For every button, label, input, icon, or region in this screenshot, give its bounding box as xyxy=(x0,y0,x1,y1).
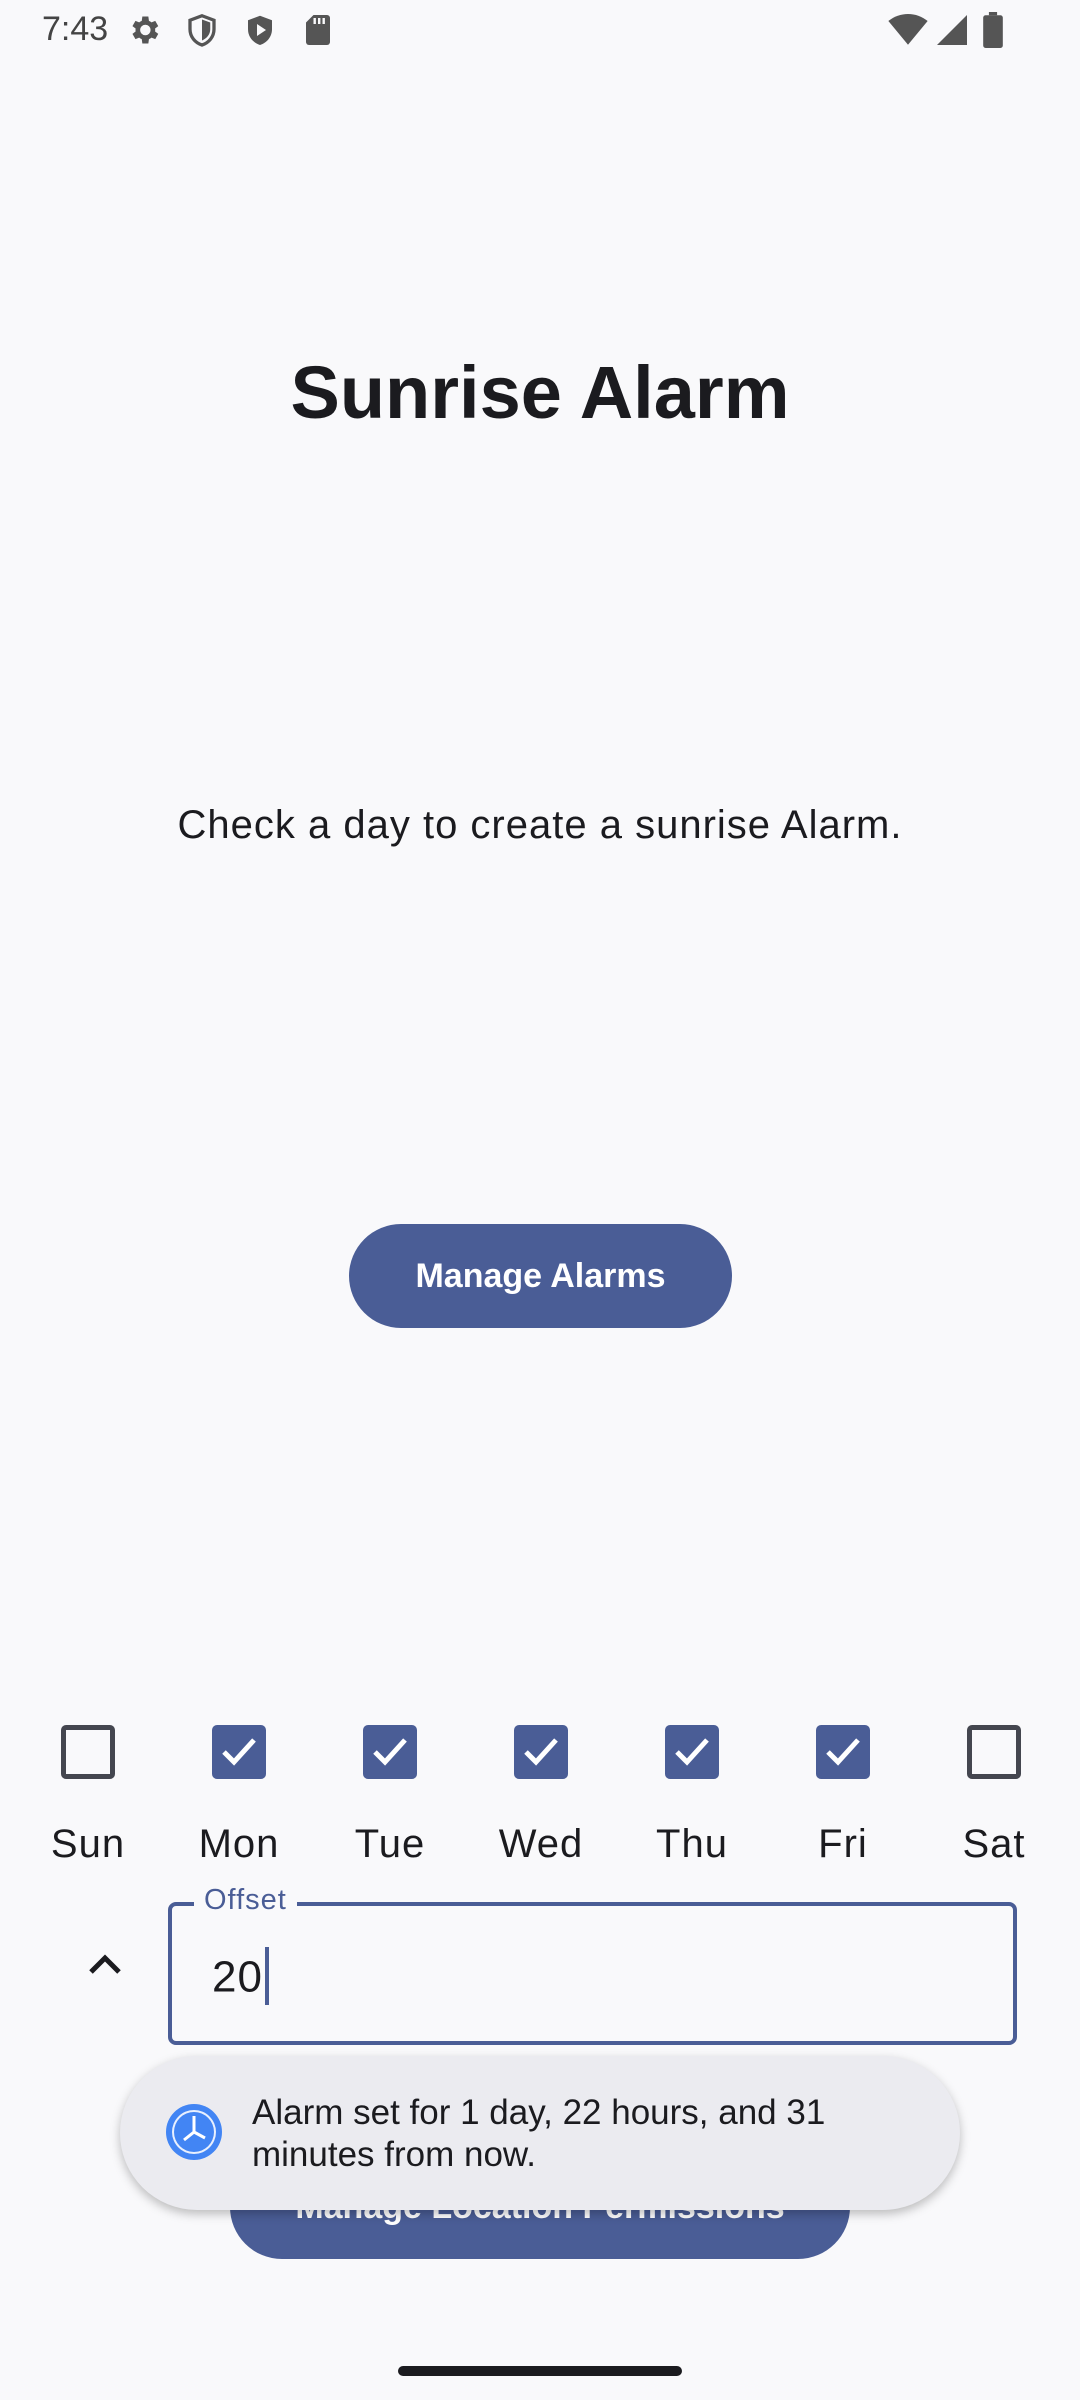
instruction-text: Check a day to create a sunrise Alarm. xyxy=(177,803,903,847)
toast-message: Alarm set for 1 day, 22 hours, and 31 mi… xyxy=(252,2093,826,2174)
sd-card-icon xyxy=(300,12,336,48)
offset-value[interactable]: 20 xyxy=(212,1947,269,2009)
status-time: 7:43 xyxy=(42,10,109,48)
checkbox-tue[interactable] xyxy=(363,1725,417,1779)
clock-icon xyxy=(164,2102,224,2162)
day-fri[interactable]: Fri xyxy=(783,1722,903,1872)
day-sat[interactable]: Sat xyxy=(934,1722,1054,1872)
status-bar: 7:43 xyxy=(0,0,1080,64)
day-label: Wed xyxy=(498,1822,584,1866)
checkbox-sun[interactable] xyxy=(61,1725,115,1779)
day-sun[interactable]: Sun xyxy=(28,1722,148,1872)
app-screen: 7:43 Sunrise Alarm Check a day to create… xyxy=(0,0,1080,2400)
page-title: Sunrise Alarm xyxy=(290,351,790,434)
wifi-icon xyxy=(888,12,928,48)
day-wed[interactable]: Wed xyxy=(481,1722,601,1872)
battery-icon xyxy=(982,12,1006,48)
signal-icon xyxy=(934,12,970,48)
toast: Alarm set for 1 day, 22 hours, and 31 mi… xyxy=(120,2056,960,2210)
day-thu[interactable]: Thu xyxy=(632,1722,752,1872)
day-label: Mon xyxy=(198,1822,280,1866)
offset-text: 20 xyxy=(212,1952,263,2002)
checkbox-wed[interactable] xyxy=(514,1725,568,1779)
checkbox-fri[interactable] xyxy=(816,1725,870,1779)
day-label: Sun xyxy=(50,1822,126,1866)
checkbox-mon[interactable] xyxy=(212,1725,266,1779)
checkbox-sat[interactable] xyxy=(967,1725,1021,1779)
manage-alarms-button[interactable]: Manage Alarms xyxy=(349,1224,732,1328)
day-label: Fri xyxy=(818,1822,868,1866)
check-icon xyxy=(222,1738,256,1766)
gesture-navigation-bar[interactable] xyxy=(398,2366,682,2376)
day-label: Thu xyxy=(656,1822,728,1866)
day-label: Sat xyxy=(962,1822,1026,1866)
day-mon[interactable]: Mon xyxy=(179,1722,299,1872)
offset-label: Offset xyxy=(194,1884,297,1917)
chevron-up-icon[interactable] xyxy=(80,1944,130,1984)
checkbox-thu[interactable] xyxy=(665,1725,719,1779)
shield-outline-icon xyxy=(184,12,220,48)
check-icon xyxy=(675,1738,709,1766)
gear-icon xyxy=(126,12,162,48)
check-icon xyxy=(524,1738,558,1766)
day-label: Tue xyxy=(354,1822,426,1866)
offset-input[interactable]: Offset 20 xyxy=(168,1884,1017,2045)
check-icon xyxy=(373,1738,407,1766)
check-icon xyxy=(826,1738,860,1766)
shield-filled-icon xyxy=(242,12,278,48)
text-cursor xyxy=(264,1947,269,2005)
day-tue[interactable]: Tue xyxy=(330,1722,450,1872)
